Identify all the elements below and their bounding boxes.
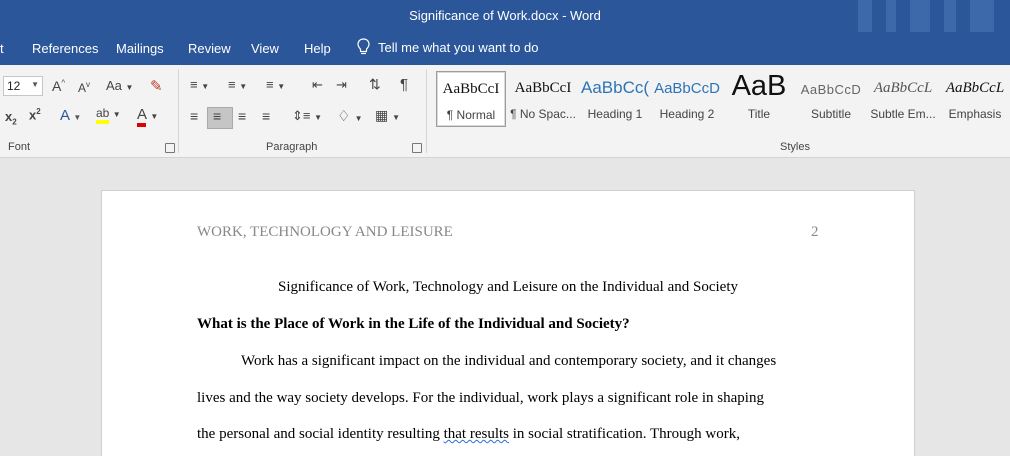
shading-icon[interactable]: ♢ ▼ <box>337 107 363 125</box>
align-left-icon[interactable]: ≡ <box>190 108 198 124</box>
style-name: ¶ No Spac... <box>510 107 576 121</box>
lightbulb-icon <box>357 38 370 55</box>
multilevel-list-icon[interactable]: ≡ ▼ <box>266 77 285 92</box>
highlight-color-icon[interactable]: ab ▼ <box>96 106 121 124</box>
style-heading-2[interactable]: AaBbCcD Heading 2 <box>652 71 722 127</box>
style-title[interactable]: AaB Title <box>724 70 794 127</box>
style-sample: AaBbCcL <box>873 80 933 96</box>
style-sample: AaB <box>731 70 787 102</box>
tell-me-text: Tell me what you want to do <box>378 39 539 55</box>
borders-icon[interactable]: ▦ ▼ <box>375 107 400 124</box>
style-sample: AaBbCc( <box>580 78 650 97</box>
paragraph-line: lives and the way society develops. For … <box>197 390 764 406</box>
paragraph-text: in social stratification. Through work, <box>509 426 740 442</box>
tab-view[interactable]: View <box>251 41 279 56</box>
title-bar: Significance of Work.docx - Word <box>0 0 1010 32</box>
style-name: Heading 1 <box>587 107 643 121</box>
styles-gallery: AaBbCcI ¶ Normal AaBbCcI ¶ No Spac... Aa… <box>432 69 1010 131</box>
tab-layout[interactable]: t <box>0 41 4 56</box>
style-name: Heading 2 <box>659 107 715 121</box>
style-name: ¶ Normal <box>446 108 496 122</box>
style-normal[interactable]: AaBbCcI ¶ Normal <box>436 71 506 127</box>
align-right-icon[interactable]: ≡ <box>238 108 246 124</box>
style-name: Subtle Em... <box>870 107 936 121</box>
font-color-icon[interactable]: A ▼ <box>137 106 158 127</box>
page-number: 2 <box>811 224 819 240</box>
justify-icon[interactable]: ≡ <box>262 108 270 124</box>
shrink-font-icon[interactable]: Av <box>78 80 90 95</box>
subscript-icon[interactable]: x2 <box>5 109 17 127</box>
paragraph-text: the personal and social identity resulti… <box>197 426 444 442</box>
ribbon-tab-bar: t References Mailings Review View Help T… <box>0 32 1010 65</box>
grow-font-icon[interactable]: A^ <box>52 78 65 94</box>
font-group-label: Font <box>8 141 31 153</box>
style-name: Emphasis <box>948 107 1002 121</box>
numbering-icon[interactable]: ≡ ▼ <box>228 77 247 92</box>
increase-indent-icon[interactable]: ⇥ <box>336 77 347 93</box>
font-size-value: 12 <box>7 79 21 93</box>
document-page[interactable]: WORK, TECHNOLOGY AND LEISURE 2 Significa… <box>101 190 915 456</box>
tab-references[interactable]: References <box>32 41 98 56</box>
group-separator <box>426 69 427 153</box>
window-title: Significance of Work.docx - Word <box>409 8 601 23</box>
paragraph-line: the personal and social identity resulti… <box>197 426 740 443</box>
section-heading: What is the Place of Work in the Life of… <box>197 316 630 332</box>
line-spacing-icon[interactable]: ⇕≡ ▼ <box>292 108 322 124</box>
document-title: Significance of Work, Technology and Lei… <box>278 279 738 295</box>
show-formatting-icon[interactable]: ¶ <box>400 76 408 93</box>
font-dialog-launcher[interactable] <box>165 143 175 153</box>
style-subtle-emphasis[interactable]: AaBbCcL Subtle Em... <box>868 71 938 127</box>
paragraph-line: Work has a significant impact on the ind… <box>241 353 777 369</box>
text-effects-icon[interactable]: A ▼ <box>60 107 81 124</box>
style-no-spacing[interactable]: AaBbCcI ¶ No Spac... <box>508 71 578 127</box>
style-sample: AaBbCcL <box>945 80 1005 96</box>
tell-me-search[interactable]: Tell me what you want to do <box>357 38 538 56</box>
style-name: Title <box>747 107 771 121</box>
font-size-select[interactable]: 12 ▼ <box>3 76 43 96</box>
tab-review[interactable]: Review <box>188 41 231 56</box>
style-sample: AaBbCcI <box>442 81 500 97</box>
sort-icon[interactable]: ⇅ <box>369 76 381 93</box>
style-emphasis[interactable]: AaBbCcL Emphasis <box>940 71 1010 127</box>
chevron-down-icon: ▼ <box>31 80 39 89</box>
clear-formatting-icon[interactable]: ✎ <box>150 77 163 95</box>
running-head: WORK, TECHNOLOGY AND LEISURE <box>197 224 453 240</box>
tab-help[interactable]: Help <box>304 41 331 56</box>
paragraph-dialog-launcher[interactable] <box>412 143 422 153</box>
tab-mailings[interactable]: Mailings <box>116 41 164 56</box>
paragraph-group-label: Paragraph <box>266 141 318 153</box>
ribbon: 12 ▼ A^ Av Aa ▼ ✎ x2 x2 A ▼ ab ▼ A ▼ Fon… <box>0 65 1010 158</box>
change-case-icon[interactable]: Aa ▼ <box>106 78 133 93</box>
bullets-icon[interactable]: ≡ ▼ <box>190 77 209 92</box>
group-separator <box>178 69 179 153</box>
grammar-flagged-text[interactable]: that results <box>444 426 509 442</box>
decrease-indent-icon[interactable]: ⇤ <box>312 77 323 93</box>
style-sample: AaBbCcD <box>654 80 720 97</box>
superscript-icon[interactable]: x2 <box>29 107 41 122</box>
align-center-icon[interactable]: ≡ <box>213 108 221 124</box>
style-heading-1[interactable]: AaBbCc( Heading 1 <box>580 71 650 127</box>
style-name: Subtitle <box>810 107 852 121</box>
styles-group-label: Styles <box>780 141 810 153</box>
style-sample: AaBbCcI <box>514 80 572 96</box>
style-sample: AaBbCcD <box>800 82 862 97</box>
style-subtitle[interactable]: AaBbCcD Subtitle <box>796 71 866 127</box>
